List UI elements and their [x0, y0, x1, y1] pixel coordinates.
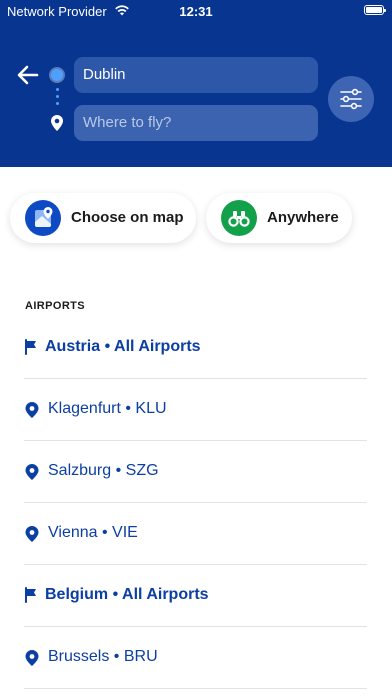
airports-section-title: AIRPORTS — [25, 300, 86, 312]
row-label: Brussels • BRU — [48, 648, 158, 665]
map-icon — [25, 200, 61, 236]
airport-row[interactable]: Salzburg • SZG — [0, 441, 392, 503]
back-arrow-icon[interactable] — [14, 61, 42, 89]
choose-on-map-button[interactable]: Choose on map — [10, 193, 196, 243]
country-row[interactable]: Belgium • All Airports — [0, 565, 392, 627]
destination-field[interactable] — [74, 105, 318, 141]
flag-icon — [24, 587, 40, 605]
destination-pin-icon — [51, 115, 63, 131]
airport-row[interactable]: Brussels • BRU — [0, 627, 392, 689]
binoculars-icon — [221, 200, 257, 236]
row-label: Klagenfurt • KLU — [48, 400, 167, 417]
origin-field[interactable] — [74, 57, 318, 93]
route-connector — [56, 88, 59, 109]
location-pin-icon — [24, 463, 40, 481]
location-pin-icon — [24, 649, 40, 667]
anywhere-label: Anywhere — [267, 209, 339, 226]
row-label: Belgium • All Airports — [45, 586, 209, 603]
airport-row[interactable]: Klagenfurt • KLU — [0, 379, 392, 441]
location-pin-icon — [24, 525, 40, 543]
row-label: Salzburg • SZG — [48, 462, 159, 479]
row-label: Austria • All Airports — [45, 338, 201, 355]
airport-row[interactable]: Vienna • VIE — [0, 503, 392, 565]
filter-sliders-icon — [340, 88, 362, 110]
search-header: Network Provider 12:31 — [0, 0, 392, 167]
flag-icon — [24, 339, 40, 357]
filter-button[interactable] — [328, 76, 374, 122]
airport-list: Austria • All Airports Klagenfurt • KLU Sa… — [0, 317, 392, 689]
location-pin-icon — [24, 401, 40, 419]
choose-on-map-label: Choose on map — [71, 209, 184, 226]
clock: 12:31 — [179, 4, 213, 19]
row-label: Vienna • VIE — [48, 524, 138, 541]
origin-dot-icon — [51, 69, 63, 81]
country-row[interactable]: Austria • All Airports — [0, 317, 392, 379]
status-bar: Network Provider 12:31 — [0, 0, 392, 24]
anywhere-button[interactable]: Anywhere — [206, 193, 352, 243]
battery-icon — [364, 5, 386, 15]
